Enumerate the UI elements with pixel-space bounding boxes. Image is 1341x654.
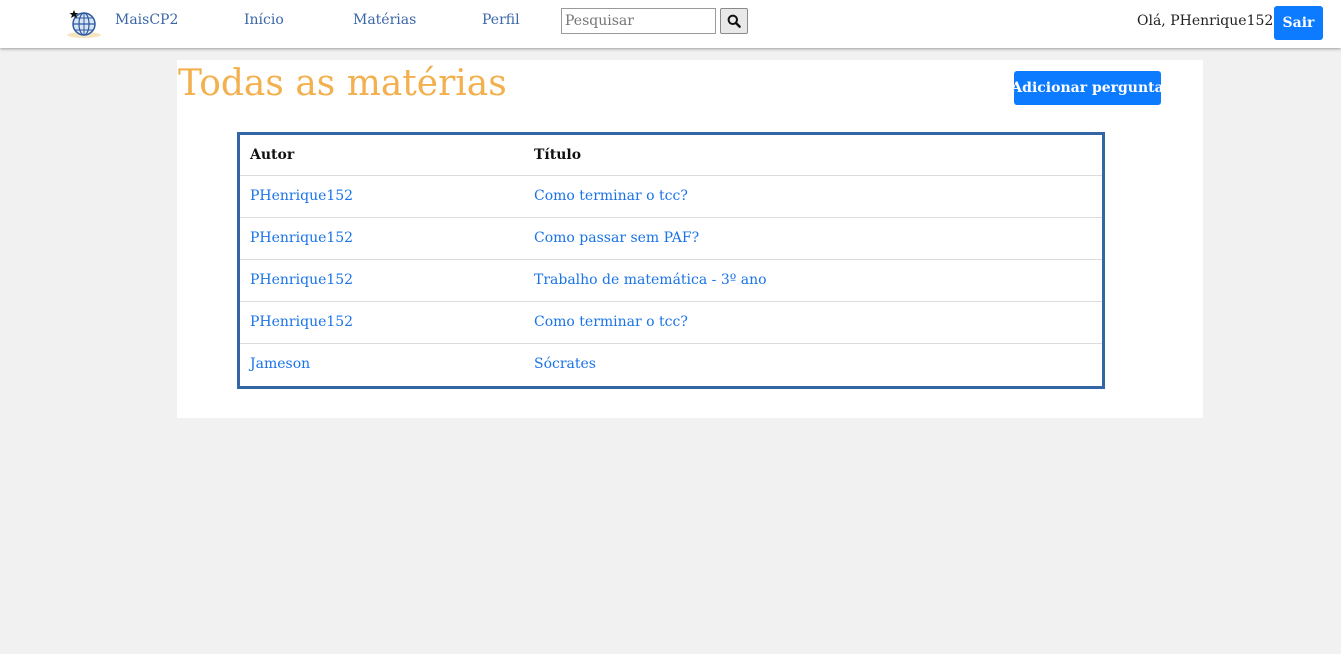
- table-row: PHenrique152 Como terminar o tcc?: [240, 174, 1102, 217]
- question-title-link[interactable]: Trabalho de matemática - 3º ano: [534, 272, 767, 288]
- nav-link-perfil[interactable]: Perfil: [482, 12, 520, 28]
- search-input[interactable]: [561, 8, 716, 34]
- nav-link-materias[interactable]: Matérias: [353, 12, 416, 28]
- question-title-link[interactable]: Sócrates: [534, 356, 596, 372]
- author-link[interactable]: PHenrique152: [250, 272, 353, 288]
- user-greeting: Olá, PHenrique152: [1137, 13, 1274, 29]
- navbar: MaisCP2 Início Matérias Perfil Olá, PHen…: [0, 0, 1341, 48]
- page-title: Todas as matérias: [178, 63, 507, 104]
- table-row: PHenrique152 Trabalho de matemática - 3º…: [240, 258, 1102, 301]
- search-button[interactable]: [720, 8, 748, 34]
- logout-button[interactable]: Sair: [1274, 6, 1323, 40]
- search-icon: [727, 14, 741, 28]
- table-row: PHenrique152 Como passar sem PAF?: [240, 216, 1102, 259]
- table-row: Jameson Sócrates: [240, 342, 1102, 385]
- question-title-link[interactable]: Como terminar o tcc?: [534, 188, 688, 204]
- column-header-title: Título: [534, 146, 582, 163]
- table-header-row: Autor Título: [240, 135, 1102, 175]
- author-link[interactable]: PHenrique152: [250, 314, 353, 330]
- author-link[interactable]: PHenrique152: [250, 188, 353, 204]
- author-link[interactable]: PHenrique152: [250, 230, 353, 246]
- question-title-link[interactable]: Como terminar o tcc?: [534, 314, 688, 330]
- table-row: PHenrique152 Como terminar o tcc?: [240, 300, 1102, 343]
- author-link[interactable]: Jameson: [250, 356, 310, 372]
- add-question-button[interactable]: Adicionar pergunta: [1011, 71, 1164, 105]
- globe-logo-icon[interactable]: [66, 8, 104, 40]
- content-panel: Todas as matérias Adicionar pergunta Aut…: [177, 60, 1203, 418]
- brand-link[interactable]: MaisCP2: [115, 12, 178, 28]
- subjects-table: Autor Título PHenrique152 Como terminar …: [237, 132, 1105, 389]
- question-title-link[interactable]: Como passar sem PAF?: [534, 230, 699, 246]
- nav-link-inicio[interactable]: Início: [244, 12, 284, 28]
- column-header-author: Autor: [250, 146, 295, 163]
